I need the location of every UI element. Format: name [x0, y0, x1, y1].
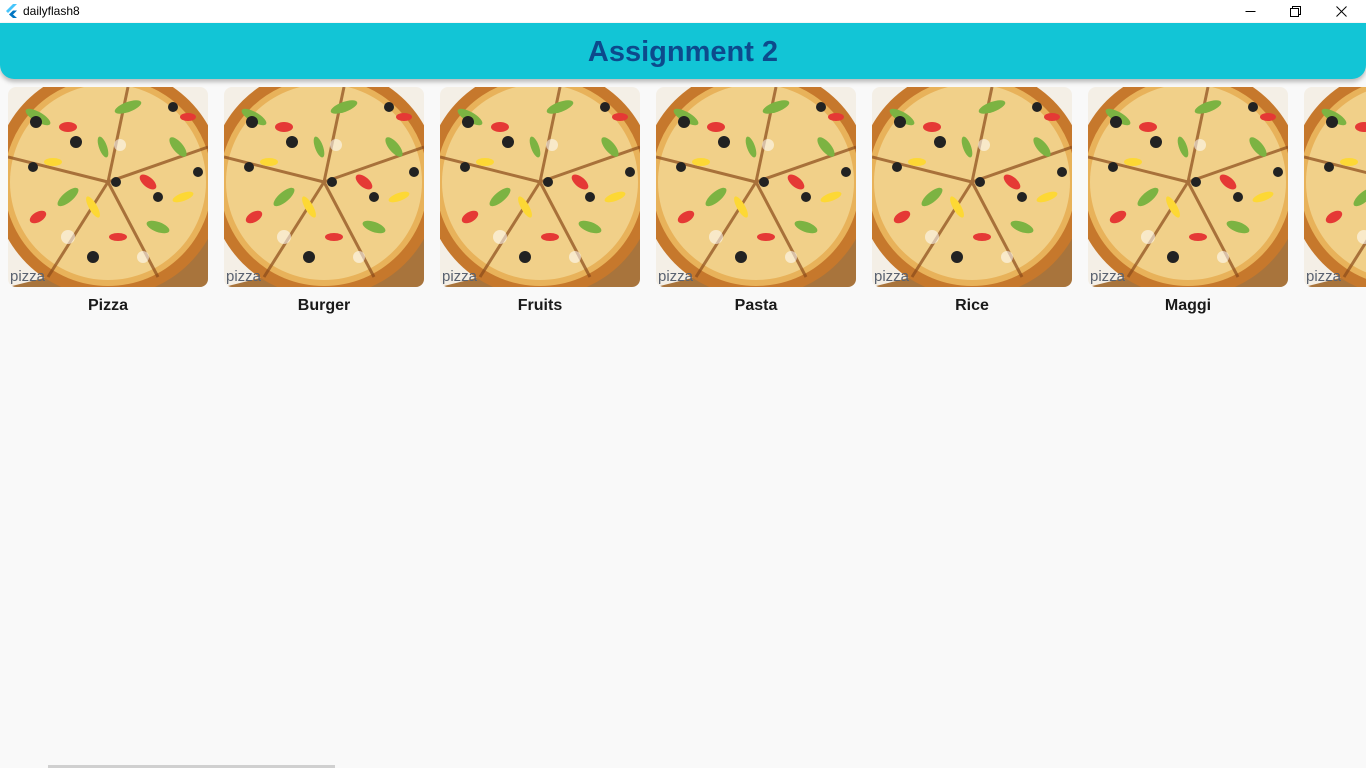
food-card-label: Fruits: [517, 297, 563, 314]
food-card-row[interactable]: pizza Pizza pizza Burger pizza Fruits pi…: [8, 87, 1366, 327]
food-card-label: Maggi: [1164, 297, 1212, 314]
food-card-label: Burger: [297, 297, 351, 314]
pizza-illustration: [1088, 87, 1288, 287]
food-image: pizza: [656, 87, 856, 287]
pizza-illustration: [440, 87, 640, 287]
pizza-illustration: [656, 87, 856, 287]
image-alt-text: pizza: [10, 268, 46, 285]
image-alt-text: pizza: [658, 268, 694, 285]
food-card-label: Pasta: [734, 297, 778, 314]
food-card-label: c: [1304, 297, 1366, 315]
food-image: pizza: [1088, 87, 1288, 287]
image-alt-text: pizza: [1090, 268, 1126, 285]
pizza-illustration: [1304, 87, 1366, 287]
food-card-label: Rice: [955, 297, 989, 314]
food-image: pizza: [224, 87, 424, 287]
page-title: Assignment 2: [587, 35, 779, 68]
food-card[interactable]: pizza Pizza: [8, 87, 208, 327]
image-alt-text: pizza: [1306, 268, 1342, 285]
food-card[interactable]: pizza c: [1304, 87, 1366, 327]
close-icon: [1335, 5, 1347, 17]
close-button[interactable]: [1318, 0, 1364, 22]
pizza-illustration: [224, 87, 424, 287]
food-image: pizza: [872, 87, 1072, 287]
app-bar: Assignment 2: [0, 23, 1366, 79]
pizza-illustration: [8, 87, 208, 287]
food-image: pizza: [1304, 87, 1366, 287]
food-card[interactable]: pizza Pasta: [656, 87, 856, 327]
flutter-logo-icon: [6, 4, 17, 18]
minimize-icon: [1245, 10, 1255, 12]
minimize-button[interactable]: [1227, 0, 1273, 22]
food-card-label: Pizza: [87, 297, 128, 314]
food-card[interactable]: pizza Burger: [224, 87, 424, 327]
image-alt-text: pizza: [874, 268, 910, 285]
food-image: pizza: [8, 87, 208, 287]
window-titlebar: dailyflash8: [0, 0, 1366, 22]
food-card[interactable]: pizza Fruits: [440, 87, 640, 327]
pizza-illustration: [872, 87, 1072, 287]
food-card[interactable]: pizza Rice: [872, 87, 1072, 327]
food-card[interactable]: pizza Maggi: [1088, 87, 1288, 327]
image-alt-text: pizza: [442, 268, 478, 285]
food-image: pizza: [440, 87, 640, 287]
image-alt-text: pizza: [226, 268, 262, 285]
maximize-button[interactable]: [1272, 0, 1318, 22]
restore-icon: [1289, 5, 1301, 17]
window-title: dailyflash8: [23, 4, 80, 18]
